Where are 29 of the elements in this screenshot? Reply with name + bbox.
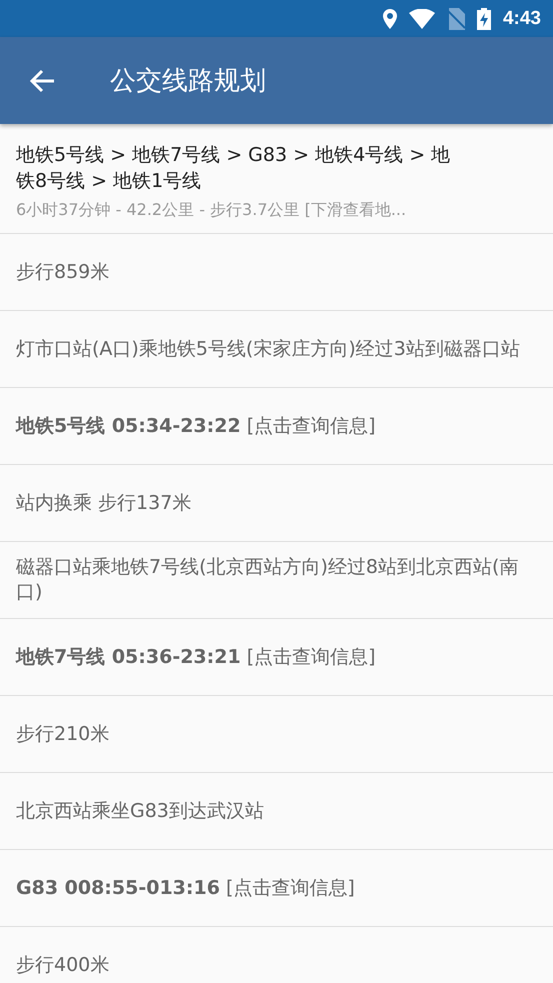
- step-text: 地铁7号线 05:36-23:21 [点击查询信息]: [16, 644, 376, 670]
- step-text: G83 008:55-013:16 [点击查询信息]: [16, 876, 355, 900]
- step-row[interactable]: 地铁7号线 05:36-23:21 [点击查询信息]: [0, 619, 553, 696]
- status-time: 4:43: [502, 8, 541, 30]
- step-row[interactable]: 灯市口站(A口)乘地铁5号线(宋家庄方向)经过3站到磁器口站: [0, 311, 553, 388]
- no-sim-icon: [446, 8, 465, 30]
- step-row[interactable]: 北京西站乘坐G83到达武汉站: [0, 773, 553, 850]
- step-text: 步行210米: [16, 722, 110, 746]
- step-row[interactable]: 站内换乘 步行137米: [0, 465, 553, 542]
- step-row[interactable]: 磁器口站乘地铁7号线(北京西站方向)经过8站到北京西站(南口): [0, 542, 553, 619]
- step-row[interactable]: 步行859米: [0, 234, 553, 311]
- battery-icon: [476, 8, 491, 30]
- step-row[interactable]: 步行400米: [0, 927, 553, 983]
- step-row[interactable]: 步行210米: [0, 696, 553, 773]
- step-text: 磁器口站乘地铁7号线(北京西站方向)经过8站到北京西站(南口): [16, 555, 520, 605]
- step-text: 步行400米: [16, 952, 110, 978]
- route-lines: 地铁5号线 > 地铁7号线 > G83 > 地铁4号线 > 地铁8号线 > 地铁1号线: [16, 143, 452, 194]
- app-title: 公交线路规划: [110, 65, 266, 98]
- step-text: 灯市口站(A口)乘地铁5号线(宋家庄方向)经过3站到磁器口站: [16, 336, 520, 362]
- step-text: 地铁5号线 05:34-23:22 [点击查询信息]: [16, 414, 376, 438]
- route-summary[interactable]: 地铁5号线 > 地铁7号线 > G83 > 地铁4号线 > 地铁8号线 > 地铁1号线 6小时37分钟 - 42.2公里 - 步行3.7公里 [下滑查看地...: [0, 124, 553, 234]
- step-row[interactable]: 地铁5号线 05:34-23:22 [点击查询信息]: [0, 388, 553, 465]
- step-text: 站内换乘 步行137米: [16, 490, 192, 516]
- step-text: 北京西站乘坐G83到达武汉站: [16, 798, 264, 824]
- step-row[interactable]: G83 008:55-013:16 [点击查询信息]: [0, 850, 553, 927]
- location-icon: [382, 8, 397, 28]
- route-details: 6小时37分钟 - 42.2公里 - 步行3.7公里 [下滑查看地...: [16, 200, 408, 221]
- wifi-icon: [408, 8, 435, 28]
- step-text: 步行859米: [16, 260, 110, 284]
